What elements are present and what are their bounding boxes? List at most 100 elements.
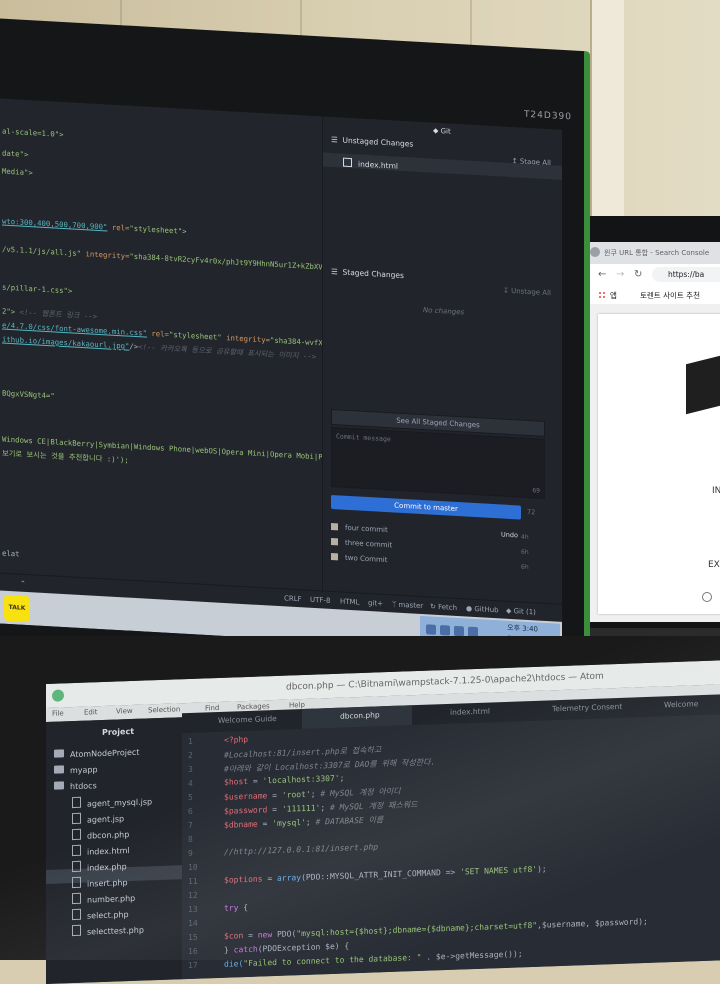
tray-app-icon[interactable] [440,625,450,636]
code-editor[interactable]: al-scale=1.0"> date"> Media"> wto:300,400,5… [0,98,336,617]
editor-tab[interactable]: Welcome Guide [218,714,277,725]
expand-arrow-icon[interactable]: ⌃ [20,580,26,588]
menu-item[interactable]: View [116,707,133,716]
commit-time: 6h [521,563,529,572]
menu-item[interactable]: Selection [148,705,180,714]
tree-item-label: selecttest.php [87,925,144,937]
git-plus-indicator[interactable]: git+ [368,599,383,608]
code-token: ; [339,773,345,783]
browser-tab-bar: 윈쿠 URL 통합 - Search Console [586,242,720,264]
tree-folder[interactable]: myapp [54,764,98,776]
tree-file[interactable]: dbcon.php [72,827,129,841]
tree-item-label: agent.jsp [87,814,125,825]
tree-file[interactable]: select.php [72,907,129,921]
menu-item[interactable]: Edit [84,708,98,716]
undo-button[interactable]: Undo [501,530,518,539]
unstage-all-button[interactable]: ↧ Unstage All [503,287,551,298]
code-line: Media"> [2,167,33,178]
code-token: integrity= [81,248,130,261]
editor-tab[interactable]: dbcon.php [340,710,380,720]
fetch-button[interactable]: ↻ Fetch [430,602,457,612]
bookmark-apps[interactable]: 앱 [610,290,617,301]
browser-tab-title[interactable]: 윈쿠 URL 통합 - Search Console [604,248,709,258]
tree-header: Project [102,726,135,738]
code-token: ; [305,817,316,827]
branch-icon: ᛘ [392,600,397,609]
code-token: ,$username, $password); [537,916,648,930]
code-token: elat [2,548,20,559]
code-token: "Failed to connect to the database: " [243,952,422,969]
branch-indicator[interactable]: ᛘ master [392,600,423,610]
line-number: 11 [188,876,198,887]
code-token: ; [310,789,321,799]
file-icon [72,860,81,873]
line-number: 17 [188,960,198,971]
staged-title: Staged Changes [342,267,404,281]
tree-file[interactable]: number.php [72,891,135,905]
page-card [598,314,720,614]
tree-folder[interactable]: AtomNodeProject [54,747,139,760]
tree-item-label: select.php [87,910,129,921]
recent-commit-item[interactable]: three commit [331,537,392,549]
web-page [586,304,720,622]
forward-arrow-icon[interactable]: → [616,269,624,280]
code-token: $password [224,805,268,816]
code-token: integrity= [221,332,270,345]
tree-folder[interactable]: htdocs [54,780,97,791]
code-token: "sha384-wvfX [270,335,323,348]
code-line: $options = array(PDO::MYSQL_ATTR_INIT_CO… [224,865,547,885]
tree-file[interactable]: index.php [72,859,127,873]
editor-tab[interactable]: index.html [450,706,490,716]
tree-file[interactable]: agent.jsp [72,811,124,825]
file-icon [72,828,81,841]
line-number: 7 [188,820,193,831]
network-icon[interactable] [454,625,464,637]
file-icon [72,796,81,809]
radio-button-icon[interactable] [702,592,712,602]
tree-file[interactable]: selecttest.php [72,923,144,938]
line-number: 15 [188,932,198,943]
clock-time[interactable]: 오후 3:40 [507,623,538,635]
code-token: $dbname [224,819,258,830]
commit-placeholder: Commit message [336,432,391,444]
line-number: 5 [188,792,193,803]
tree-file[interactable]: agent_mysql.jsp [72,794,152,809]
line-ending-indicator[interactable]: CRLF [284,594,302,603]
code-token: 'mysql' [272,817,306,829]
editor-tab[interactable]: Welcome [664,699,698,709]
bookmark-torrent[interactable]: 토렌트 사이트 추천 [640,290,700,301]
tray-app-icon[interactable] [426,624,436,635]
tree-file[interactable]: index.html [72,843,130,857]
editor-tab[interactable]: Telemetry Consent [552,702,622,713]
folder-icon [54,765,64,774]
address-bar[interactable]: https://ba [652,267,720,282]
line-number: 1 [188,736,193,747]
commit-message-input[interactable]: Commit message 69 [331,426,545,499]
commit-button[interactable]: Commit to master [331,494,521,520]
tree-item-label: number.php [87,893,136,905]
kakaotalk-icon[interactable]: TALK [4,594,30,623]
php-editor[interactable]: 1 <?php 2 #Localhost:81/insert.php로 접속하고 3 … [182,713,720,980]
grammar-indicator[interactable]: HTML [340,597,359,606]
back-arrow-icon[interactable]: ← [598,269,606,280]
unstaged-title: Unstaged Changes [342,135,414,149]
line-number: 6 [188,806,193,817]
apps-grid-icon[interactable] [598,291,606,299]
code-token: $host [224,776,249,787]
code-token: ; [320,803,330,813]
encoding-indicator[interactable]: UTF-8 [310,596,330,605]
menu-item[interactable]: File [52,709,64,717]
git-title-text: Git [440,127,451,136]
code-token: "mysql:host={$host};dbname={$dbname};cha… [296,920,538,939]
git-count-button[interactable]: ◆ Git (1) [506,607,536,617]
code-token: die( [224,959,244,969]
recent-commit-item[interactable]: two Commit [331,552,387,564]
recent-commit-item[interactable]: four commit [331,522,388,534]
unstaged-file-item[interactable]: index.html [343,157,398,171]
reload-icon[interactable]: ↻ [634,269,642,280]
git-panel: ◆ Git ☰ Unstaged Changes ↥ Stage All ind… [322,116,562,630]
code-line: s/pillar-1.css"> [2,283,72,296]
github-button[interactable]: ● GitHub [466,605,499,615]
tree-file[interactable]: insert.php [72,875,128,889]
code-token: { [238,902,249,913]
